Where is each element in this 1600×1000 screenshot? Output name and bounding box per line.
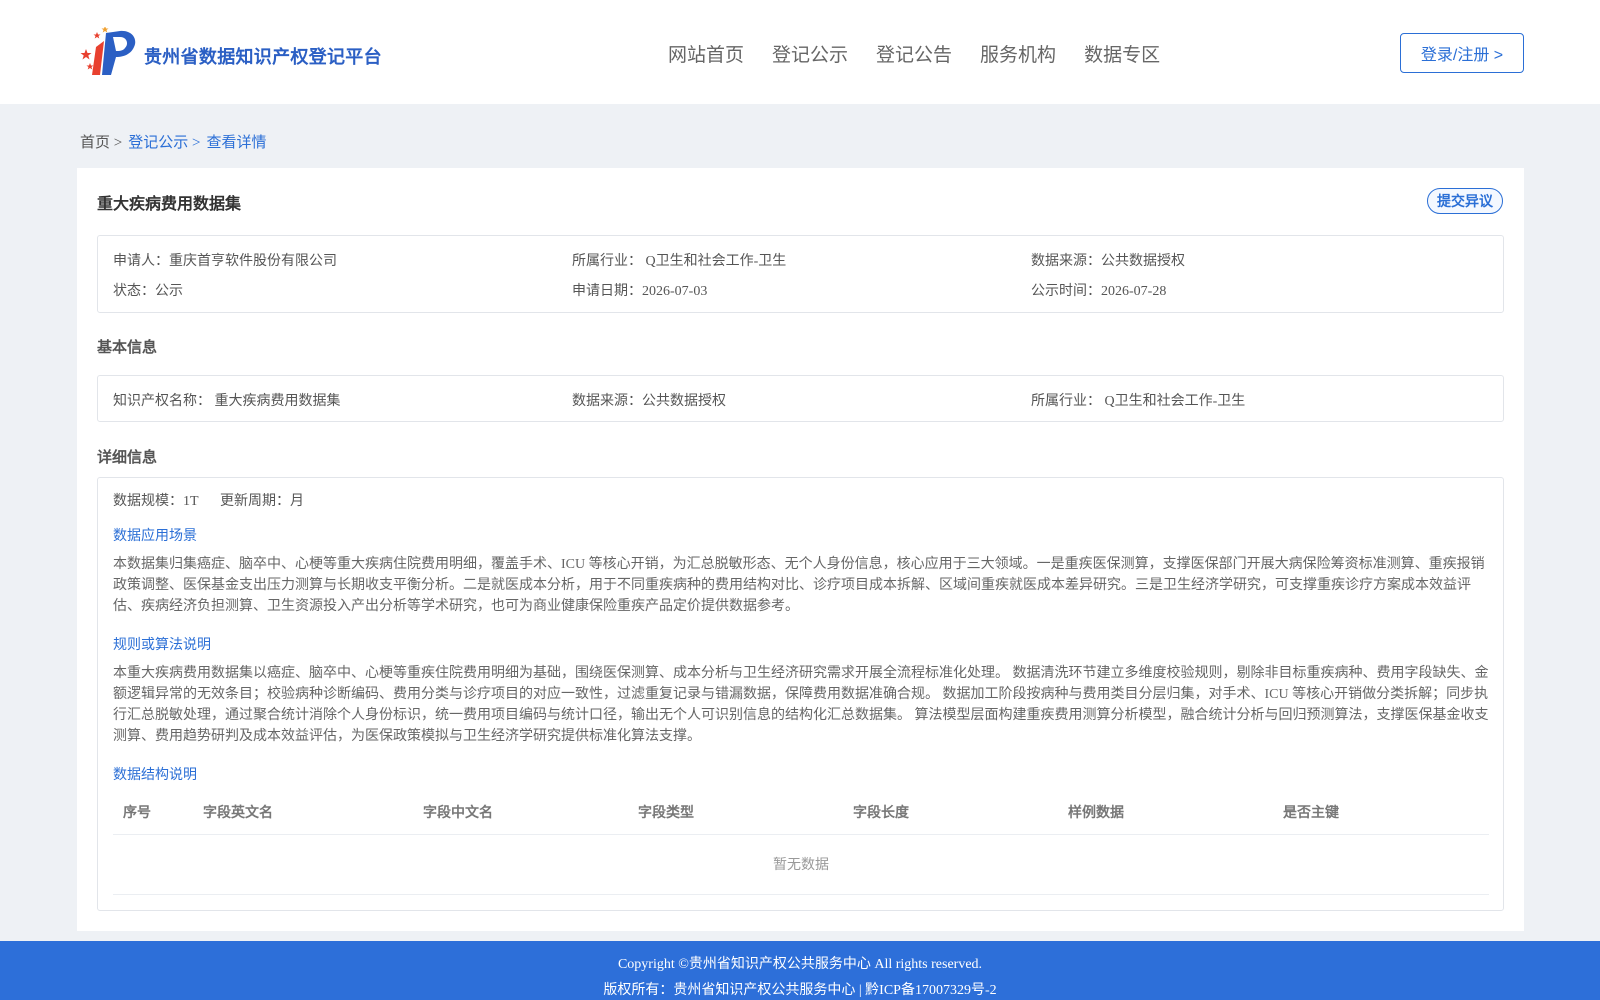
basic-source-field: 数据来源：公共数据授权 — [572, 394, 726, 409]
data-scale-field: 数据规模：1T — [113, 494, 199, 509]
scene-heading: 数据应用场景 — [113, 529, 197, 544]
apply-date-field: 申请日期：2026-07-03 — [572, 284, 708, 299]
main-nav: 网站首页 登记公示 登记公告 服务机构 数据专区 — [668, 40, 1188, 67]
publish-date-field: 公示时间：2026-07-28 — [1031, 284, 1167, 299]
structure-heading: 数据结构说明 — [113, 768, 197, 783]
rule-heading: 规则或算法说明 — [113, 638, 211, 653]
submit-objection-button[interactable]: 提交异议 — [1427, 188, 1503, 214]
nav-home[interactable]: 网站首页 — [668, 40, 744, 67]
industry-field: 所属行业： Q卫生和社会工作-卫生 — [572, 254, 787, 269]
update-cycle-field: 更新周期：月 — [220, 494, 304, 509]
data-source-field: 数据来源：公共数据授权 — [1031, 254, 1185, 269]
table-header-row: 序号 字段英文名 字段中文名 字段类型 字段长度 样例数据 是否主键 — [113, 790, 1489, 835]
col-index: 序号 — [113, 790, 193, 835]
breadcrumb: 首页 > 登记公示 > 查看详情 — [80, 131, 272, 152]
footer-owner: 版权所有：贵州省知识产权公共服务中心 | 黔ICP备17007329号-2 — [603, 983, 997, 998]
basic-info-heading: 基本信息 — [97, 339, 158, 356]
col-english-name: 字段英文名 — [193, 790, 413, 835]
summary-panel: 申请人：重庆首亨软件股份有限公司 所属行业： Q卫生和社会工作-卫生 数据来源：… — [97, 235, 1504, 313]
footer: Copyright ©贵州省知识产权公共服务中心 All rights rese… — [0, 941, 1600, 1000]
top-header: 贵州省数据知识产权登记平台 网站首页 登记公示 登记公告 服务机构 数据专区 登… — [0, 0, 1600, 104]
nav-service-agencies[interactable]: 服务机构 — [980, 40, 1056, 67]
rule-description: 本重大疾病费用数据集以癌症、脑卒中、心梗等重疾住院费用明细为基础，围绕医保测算、… — [113, 666, 1489, 744]
nav-registration-publicity[interactable]: 登记公示 — [772, 40, 848, 67]
basic-info-panel: 知识产权名称： 重大疾病费用数据集 数据来源：公共数据授权 所属行业： Q卫生和… — [97, 375, 1504, 422]
col-sample: 样例数据 — [1058, 790, 1273, 835]
footer-copyright: Copyright ©贵州省知识产权公共服务中心 All rights rese… — [617, 957, 983, 972]
col-primary-key: 是否主键 — [1273, 790, 1489, 835]
col-chinese-name: 字段中文名 — [413, 790, 628, 835]
data-structure-table: 序号 字段英文名 字段中文名 字段类型 字段长度 样例数据 是否主键 暂无数据 — [113, 790, 1489, 895]
table-row: 暂无数据 — [113, 834, 1489, 895]
nav-data-zone[interactable]: 数据专区 — [1084, 40, 1160, 67]
breadcrumb-home[interactable]: 首页 > — [80, 131, 122, 152]
applicant-field: 申请人：重庆首亨软件股份有限公司 — [113, 254, 337, 269]
platform-name: 贵州省数据知识产权登记平台 — [144, 47, 382, 67]
detail-info-panel: 数据规模：1T 更新周期：月 数据应用场景 本数据集归集癌症、脑卒中、心梗等重大… — [97, 477, 1504, 911]
detail-card: 重大疾病费用数据集 提交异议 申请人：重庆首亨软件股份有限公司 所属行业： Q卫… — [77, 168, 1524, 931]
empty-state: 暂无数据 — [113, 834, 1489, 895]
breadcrumb-current: 查看详情 — [206, 135, 267, 151]
col-type: 字段类型 — [628, 790, 843, 835]
scene-description: 本数据集归集癌症、脑卒中、心梗等重大疾病住院费用明细，覆盖手术、ICU 等核心开… — [113, 557, 1485, 614]
login-register-button[interactable]: 登录/注册 > — [1400, 33, 1524, 73]
status-field: 状态：公示 — [113, 284, 183, 299]
col-length: 字段长度 — [843, 790, 1058, 835]
nav-registration-announcement[interactable]: 登记公告 — [876, 40, 952, 67]
basic-industry-field: 所属行业： Q卫生和社会工作-卫生 — [1031, 394, 1246, 409]
detail-info-heading: 详细信息 — [97, 449, 158, 466]
breadcrumb-publicity[interactable]: 登记公示 > — [128, 131, 200, 152]
page-title: 重大疾病费用数据集 — [97, 196, 242, 213]
platform-logo-icon[interactable] — [80, 27, 138, 79]
ip-name-field: 知识产权名称： 重大疾病费用数据集 — [113, 394, 341, 409]
